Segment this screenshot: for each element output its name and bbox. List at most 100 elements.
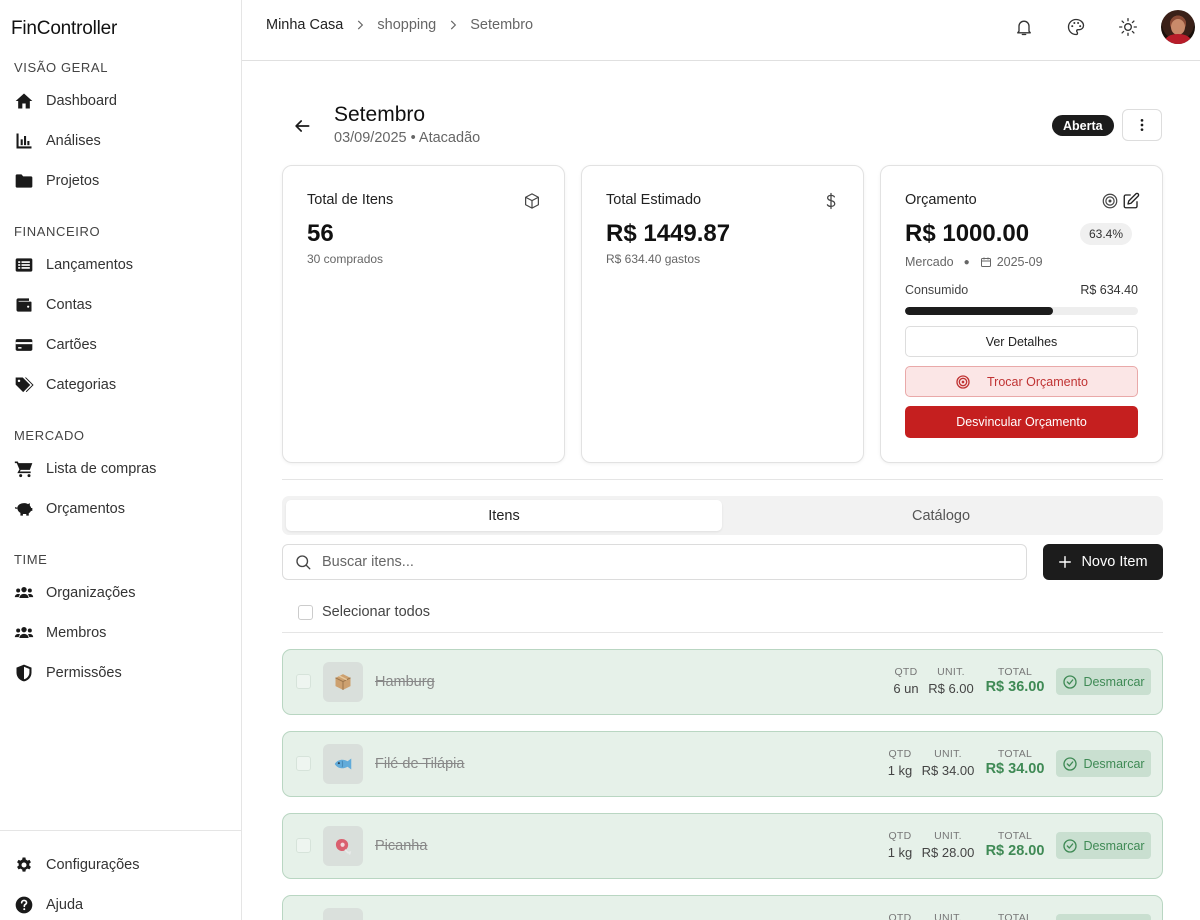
sidebar-item-label: Projetos — [46, 173, 100, 189]
help-icon — [14, 895, 34, 915]
more-options-button[interactable] — [1122, 109, 1162, 141]
list-date: 03/09/2025 — [334, 130, 407, 146]
percent-badge: 63.4% — [1080, 223, 1133, 245]
item-name: Hamburg — [375, 674, 435, 690]
total-estimated-card: Total Estimado R$ 1449.87 R$ 634.40 gast… — [581, 165, 864, 463]
meat-icon — [323, 826, 363, 866]
unit-header: UNIT. — [934, 912, 962, 920]
sidebar-item-label: Cartões — [46, 337, 97, 353]
fish-icon — [323, 744, 363, 784]
swap-budget-button[interactable]: Trocar Orçamento — [905, 366, 1138, 397]
section-label-visao-geral: VISÃO GERAL — [14, 60, 109, 75]
subtitle-separator: • — [410, 130, 419, 146]
users-icon — [14, 623, 34, 643]
sidebar-item-label: Ajuda — [46, 897, 84, 913]
select-all-checkbox[interactable] — [298, 604, 313, 620]
list-item[interactable]: Hamburg QTD 6 un UNIT. R$ 6.00 TOTAL R$ … — [282, 649, 1163, 715]
status-badge: Aberta — [1052, 115, 1114, 136]
card-value: 56 — [307, 220, 334, 247]
sidebar-item-configuracoes[interactable]: Configurações — [14, 850, 224, 880]
tab-catalogo[interactable]: Catálogo — [723, 500, 1159, 531]
bell-icon[interactable] — [1011, 14, 1037, 40]
sidebar-item-organizacoes[interactable]: Organizações — [14, 578, 224, 608]
unit-column: UNIT. R$ 28.00 — [921, 830, 975, 860]
new-item-button[interactable]: Novo Item — [1043, 544, 1163, 580]
edit-icon[interactable] — [1122, 192, 1140, 210]
total-column: TOTAL R$ 28.00 — [984, 830, 1046, 859]
tab-itens[interactable]: Itens — [286, 500, 722, 531]
total-header: TOTAL — [997, 912, 1033, 920]
wallet-icon — [14, 295, 34, 315]
gear-icon — [14, 855, 34, 875]
list-item[interactable]: Filé de Tilápia QTD 1 kg UNIT. R$ 34.00 … — [282, 731, 1163, 797]
item-qty: 1 kg — [887, 763, 913, 778]
home-icon — [14, 91, 34, 111]
section-divider — [282, 479, 1163, 480]
progress-fill — [905, 307, 1053, 315]
breadcrumb-item[interactable]: shopping — [377, 17, 436, 33]
search-icon — [296, 555, 311, 570]
item-checkbox[interactable] — [296, 756, 311, 771]
card-value: R$ 1000.00 — [905, 220, 1030, 247]
avatar[interactable] — [1161, 10, 1195, 44]
sidebar-item-permissoes[interactable]: Permissões — [14, 658, 224, 688]
item-checkbox[interactable] — [296, 838, 311, 853]
sidebar-item-contas[interactable]: Contas — [14, 290, 224, 320]
sidebar-item-orcamentos[interactable]: Orçamentos — [14, 494, 224, 524]
view-details-button[interactable]: Ver Detalhes — [905, 326, 1138, 357]
search-input[interactable] — [322, 554, 1002, 570]
dollar-icon — [822, 192, 840, 210]
unmark-label: Desmarcar — [1083, 838, 1145, 853]
sidebar-item-membros[interactable]: Membros — [14, 618, 224, 648]
chevron-right-icon — [353, 18, 367, 32]
sidebar-item-categorias[interactable]: Categorias — [14, 370, 224, 400]
unmark-button[interactable]: Desmarcar — [1056, 832, 1151, 859]
sidebar-item-lista-de-compras[interactable]: Lista de compras — [14, 454, 224, 484]
new-item-label: Novo Item — [1081, 554, 1148, 570]
budget-period: 2025-09 — [996, 255, 1043, 269]
unmark-button[interactable]: Desmarcar — [1056, 668, 1151, 695]
sidebar-item-projetos[interactable]: Projetos — [14, 166, 224, 196]
sidebar-item-dashboard[interactable]: Dashboard — [14, 86, 224, 116]
more-vertical-icon — [1140, 119, 1144, 131]
plus-icon — [1059, 556, 1072, 568]
qty-header: QTD — [894, 666, 918, 678]
item-unit-price: R$ 6.00 — [928, 681, 974, 696]
sidebar-item-label: Permissões — [46, 665, 122, 681]
item-total: R$ 36.00 — [985, 679, 1045, 695]
list-item[interactable]: Picanha QTD 1 kg UNIT. R$ 28.00 TOTAL R$… — [282, 813, 1163, 879]
sun-icon[interactable] — [1115, 14, 1141, 40]
list-item[interactable]: QTD UNIT. TOTAL — [282, 895, 1163, 920]
top-header: Minha Casa shopping Setembro — [242, 0, 1200, 61]
unit-header: UNIT. — [934, 830, 962, 842]
cart-icon — [14, 459, 34, 479]
page-subtitle: 03/09/2025 • Atacadão — [334, 130, 480, 146]
unmark-button[interactable] — [1056, 914, 1151, 920]
select-all[interactable]: Selecionar todos — [298, 604, 430, 620]
list-divider — [282, 632, 1163, 633]
calendar-icon — [980, 257, 991, 267]
item-checkbox[interactable] — [296, 674, 311, 689]
sidebar-item-lancamentos[interactable]: Lançamentos — [14, 250, 224, 280]
unit-header: UNIT. — [937, 666, 965, 678]
sidebar-item-label: Análises — [46, 133, 101, 149]
app-name: FinController — [11, 18, 118, 39]
breadcrumb-item[interactable]: Minha Casa — [266, 17, 343, 33]
tabs: Itens Catálogo — [282, 496, 1163, 535]
breadcrumb-current: Setembro — [470, 17, 534, 33]
back-arrow-icon[interactable] — [292, 116, 312, 136]
card-title: Orçamento — [905, 192, 977, 208]
item-name: Picanha — [375, 838, 428, 854]
unlink-budget-button[interactable]: Desvincular Orçamento — [905, 406, 1138, 438]
item-qty: 6 un — [893, 681, 919, 696]
sidebar-item-label: Orçamentos — [46, 501, 125, 517]
chevron-right-icon — [446, 18, 460, 32]
unmark-button[interactable]: Desmarcar — [1056, 750, 1151, 777]
item-total: R$ 34.00 — [985, 761, 1045, 777]
palette-icon[interactable] — [1063, 14, 1089, 40]
total-header: TOTAL — [997, 830, 1033, 842]
sidebar-item-analises[interactable]: Análises — [14, 126, 224, 156]
sidebar-item-cartoes[interactable]: Cartões — [14, 330, 224, 360]
sidebar-item-ajuda[interactable]: Ajuda — [14, 890, 224, 920]
section-label-mercado: MERCADO — [14, 428, 85, 443]
